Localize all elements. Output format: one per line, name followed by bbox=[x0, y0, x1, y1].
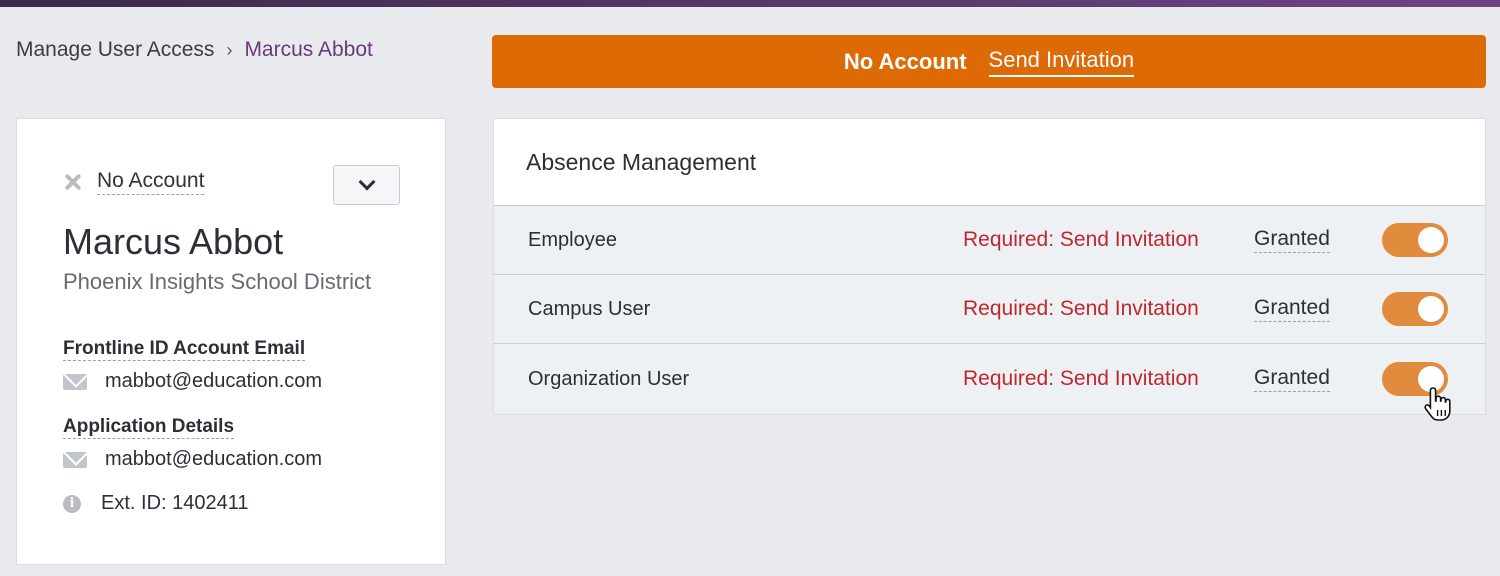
permissions-list: Employee Required: Send Invitation Grant… bbox=[494, 205, 1485, 415]
frontline-email-label: Frontline ID Account Email bbox=[63, 338, 306, 361]
account-alert-bar: No Account Send Invitation bbox=[492, 35, 1486, 88]
permission-required-text: Required: Send Invitation bbox=[963, 367, 1199, 390]
account-status-label: No Account bbox=[97, 169, 205, 195]
permissions-card: Absence Management Employee Required: Se… bbox=[493, 118, 1486, 415]
permission-row-organization-user: Organization User Required: Send Invitat… bbox=[494, 344, 1485, 414]
breadcrumb-current-user: Marcus Abbot bbox=[244, 38, 373, 61]
user-organization: Phoenix Insights School District bbox=[63, 269, 372, 294]
account-status-row: No Account bbox=[63, 169, 205, 195]
ext-id-row: i Ext. ID: 1402411 bbox=[63, 492, 249, 515]
permission-row-employee: Employee Required: Send Invitation Grant… bbox=[494, 206, 1485, 275]
toggle-knob bbox=[1418, 227, 1444, 253]
mail-icon bbox=[63, 373, 87, 390]
account-actions-dropdown-button[interactable] bbox=[333, 165, 400, 205]
ext-id-value: Ext. ID: 1402411 bbox=[101, 492, 249, 514]
permission-status: Granted bbox=[1254, 366, 1330, 392]
permission-status: Granted bbox=[1254, 296, 1330, 322]
breadcrumb: Manage User Access › Marcus Abbot bbox=[16, 38, 373, 62]
frontline-email-value: mabbot@education.com bbox=[105, 370, 323, 392]
permission-toggle-employee[interactable] bbox=[1382, 223, 1448, 257]
permission-toggle-campus-user[interactable] bbox=[1382, 292, 1448, 326]
permission-name: Employee bbox=[528, 228, 617, 251]
permissions-title: Absence Management bbox=[526, 149, 757, 175]
alert-status-text: No Account bbox=[843, 48, 967, 74]
permission-required-text: Required: Send Invitation bbox=[963, 228, 1199, 251]
info-icon: i bbox=[63, 494, 81, 513]
permission-row-campus-user: Campus User Required: Send Invitation Gr… bbox=[494, 275, 1485, 344]
permission-status: Granted bbox=[1254, 227, 1330, 253]
permission-name: Campus User bbox=[528, 297, 651, 320]
breadcrumb-separator: › bbox=[226, 39, 233, 60]
hand-cursor-icon bbox=[1424, 387, 1451, 421]
frontline-email-row: mabbot@education.com bbox=[63, 370, 322, 393]
permission-name: Organization User bbox=[528, 367, 690, 390]
permission-required-text: Required: Send Invitation bbox=[963, 297, 1199, 320]
application-email-row: mabbot@education.com bbox=[63, 448, 322, 471]
user-card: No Account Marcus Abbot Phoenix Insights… bbox=[16, 118, 446, 565]
application-details-label: Application Details bbox=[63, 416, 235, 439]
close-icon bbox=[63, 172, 83, 192]
chevron-down-icon bbox=[358, 173, 375, 191]
toggle-knob bbox=[1418, 296, 1444, 322]
send-invitation-link[interactable]: Send Invitation bbox=[988, 47, 1135, 77]
application-email-value: mabbot@education.com bbox=[105, 448, 323, 470]
mail-icon bbox=[63, 451, 87, 468]
breadcrumb-manage-user-access[interactable]: Manage User Access bbox=[16, 38, 214, 62]
user-name: Marcus Abbot bbox=[63, 221, 284, 262]
top-accent-stripe bbox=[0, 0, 1500, 7]
